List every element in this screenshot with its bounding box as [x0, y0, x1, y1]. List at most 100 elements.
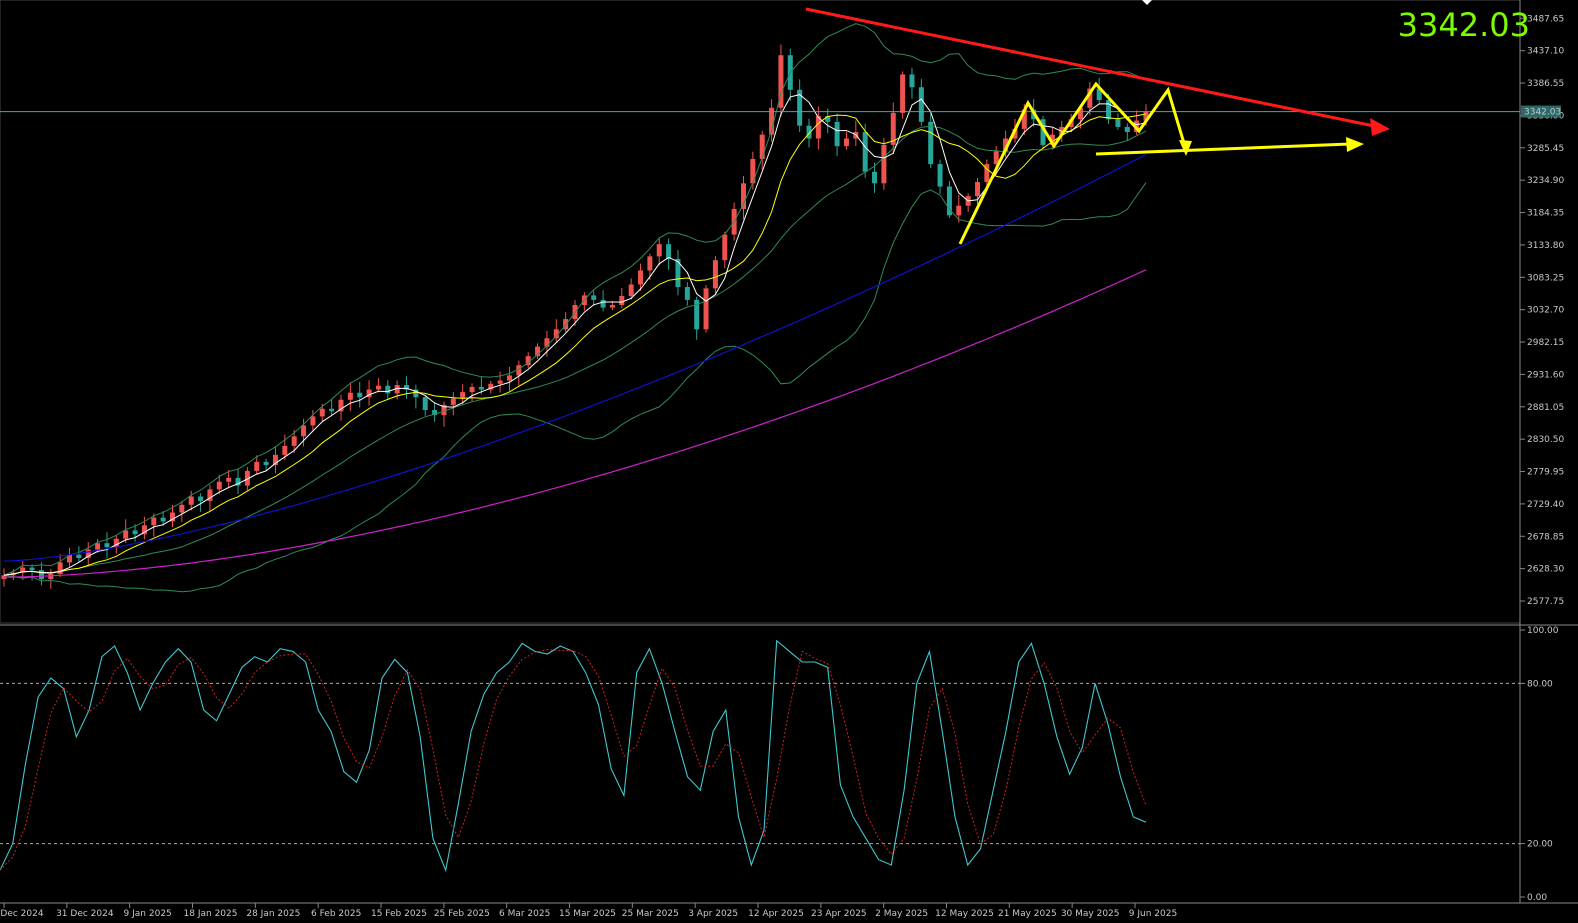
candle-body — [104, 543, 110, 548]
candle-body — [450, 398, 456, 405]
price-axis-label: 2729.40 — [1527, 500, 1564, 510]
candle-body — [301, 425, 307, 437]
time-axis-label: 25 Feb 2025 — [434, 909, 490, 919]
candle-body — [95, 543, 101, 550]
candle-body — [862, 132, 868, 172]
candle-body — [188, 496, 194, 505]
candle-body — [918, 87, 924, 122]
time-axis-label: 12 May 2025 — [935, 909, 994, 919]
candle-body — [123, 530, 129, 539]
price-axis-label: 2881.05 — [1527, 403, 1564, 413]
time-axis-label: 18 Jan 2025 — [184, 909, 238, 919]
candle-body — [254, 461, 260, 471]
stochastic-main-line — [0, 639, 1147, 873]
candle-body — [956, 205, 962, 216]
stoch-axis-label: 0.00 — [1527, 893, 1547, 903]
price-chart[interactable]: 3487.653437.103386.553336.003285.453234.… — [0, 0, 1578, 923]
moving-average-white — [3, 94, 1147, 576]
current-price-tag: 3342.03 — [1524, 108, 1561, 118]
current-price-display: 3342.03 — [1397, 6, 1530, 44]
candle-body — [750, 158, 756, 184]
time-axis-label: 12 Apr 2025 — [748, 909, 804, 919]
candle-body — [975, 182, 981, 197]
candle-body — [422, 397, 428, 411]
candle-body — [872, 171, 878, 184]
candle-body — [1115, 119, 1121, 127]
candle-body — [619, 296, 625, 305]
main-pane-frame — [0, 0, 1521, 624]
time-axis-label: 15 Mar 2025 — [559, 909, 616, 919]
stoch-axis-label: 100.00 — [1527, 626, 1559, 636]
price-axis-label: 2678.85 — [1527, 532, 1564, 542]
stoch-axis-label: 20.00 — [1527, 840, 1553, 850]
candle-body — [160, 517, 166, 522]
candle-body — [179, 504, 185, 513]
price-axis-label: 2779.95 — [1527, 468, 1564, 478]
price-axis-label: 2931.60 — [1527, 370, 1564, 380]
price-axis-label: 3386.55 — [1527, 79, 1564, 89]
support-arrow-head — [1346, 137, 1364, 152]
price-axis-label: 3437.10 — [1527, 47, 1564, 57]
candle-body — [628, 284, 634, 297]
candle-body — [843, 138, 849, 147]
candle-body — [263, 461, 269, 466]
time-axis-label: 23 Apr 2025 — [811, 909, 867, 919]
candle-body — [834, 121, 840, 147]
candle-body — [703, 288, 709, 330]
candle-body — [759, 134, 765, 159]
support-arrow — [1095, 142, 1351, 156]
time-axis-label: Dec 2024 — [0, 909, 43, 919]
candle-body — [666, 244, 672, 259]
time-axis-label: 31 Dec 2024 — [56, 909, 114, 919]
candle-body — [469, 386, 475, 393]
candle-body — [48, 573, 54, 580]
stoch-axis-label: 80.00 — [1527, 679, 1553, 689]
price-axis-label: 3032.70 — [1527, 306, 1564, 316]
candle-body — [385, 385, 391, 394]
time-axis-label: 6 Mar 2025 — [499, 909, 550, 919]
candle-body — [347, 392, 353, 400]
zigzag-arrowhead — [1179, 140, 1192, 156]
candle-body — [310, 416, 316, 426]
price-axis-label: 2982.15 — [1527, 338, 1564, 348]
time-axis-label: 9 Jun 2025 — [1129, 909, 1177, 919]
candle-body — [506, 375, 512, 381]
candle-body — [656, 244, 662, 257]
chart-stage: 3487.653437.103386.553336.003285.453234.… — [0, 0, 1578, 923]
price-axis-label: 3083.25 — [1527, 273, 1564, 283]
time-axis-label: 3 Apr 2025 — [688, 909, 738, 919]
candle-body — [198, 496, 204, 501]
price-axis-label: 3133.80 — [1527, 241, 1564, 251]
candle-body — [282, 445, 288, 455]
bollinger-middle — [3, 125, 1147, 576]
candle-body — [1106, 100, 1112, 120]
candle-body — [1124, 126, 1130, 133]
time-axis-label: 25 Mar 2025 — [622, 909, 679, 919]
candle-body — [497, 380, 503, 384]
candle-body — [609, 304, 615, 308]
price-axis-label: 2577.75 — [1527, 597, 1564, 607]
time-axis-label: 15 Feb 2025 — [371, 909, 427, 919]
candle-body — [76, 554, 82, 558]
time-axis-label: 21 May 2025 — [998, 909, 1057, 919]
price-axis-label: 2830.50 — [1527, 435, 1564, 445]
candle-body — [357, 392, 363, 398]
candle-body — [937, 164, 943, 187]
price-axis-label: 2628.30 — [1527, 565, 1564, 575]
candle-body — [375, 385, 381, 390]
candle-body — [151, 517, 157, 526]
candle-body — [881, 144, 887, 184]
candle-body — [329, 408, 335, 412]
candle-body — [722, 234, 728, 261]
candle-body — [638, 270, 644, 285]
candle-body — [460, 392, 466, 399]
candle-body — [740, 183, 746, 209]
candle-body — [29, 567, 35, 571]
price-axis-label: 3487.65 — [1527, 14, 1564, 24]
time-axis-label: 30 May 2025 — [1061, 909, 1120, 919]
time-axis-label: 28 Jan 2025 — [246, 909, 300, 919]
candle-body — [600, 299, 606, 308]
candle-body — [291, 436, 297, 446]
candle-body — [684, 287, 690, 300]
candle-body — [909, 74, 915, 88]
